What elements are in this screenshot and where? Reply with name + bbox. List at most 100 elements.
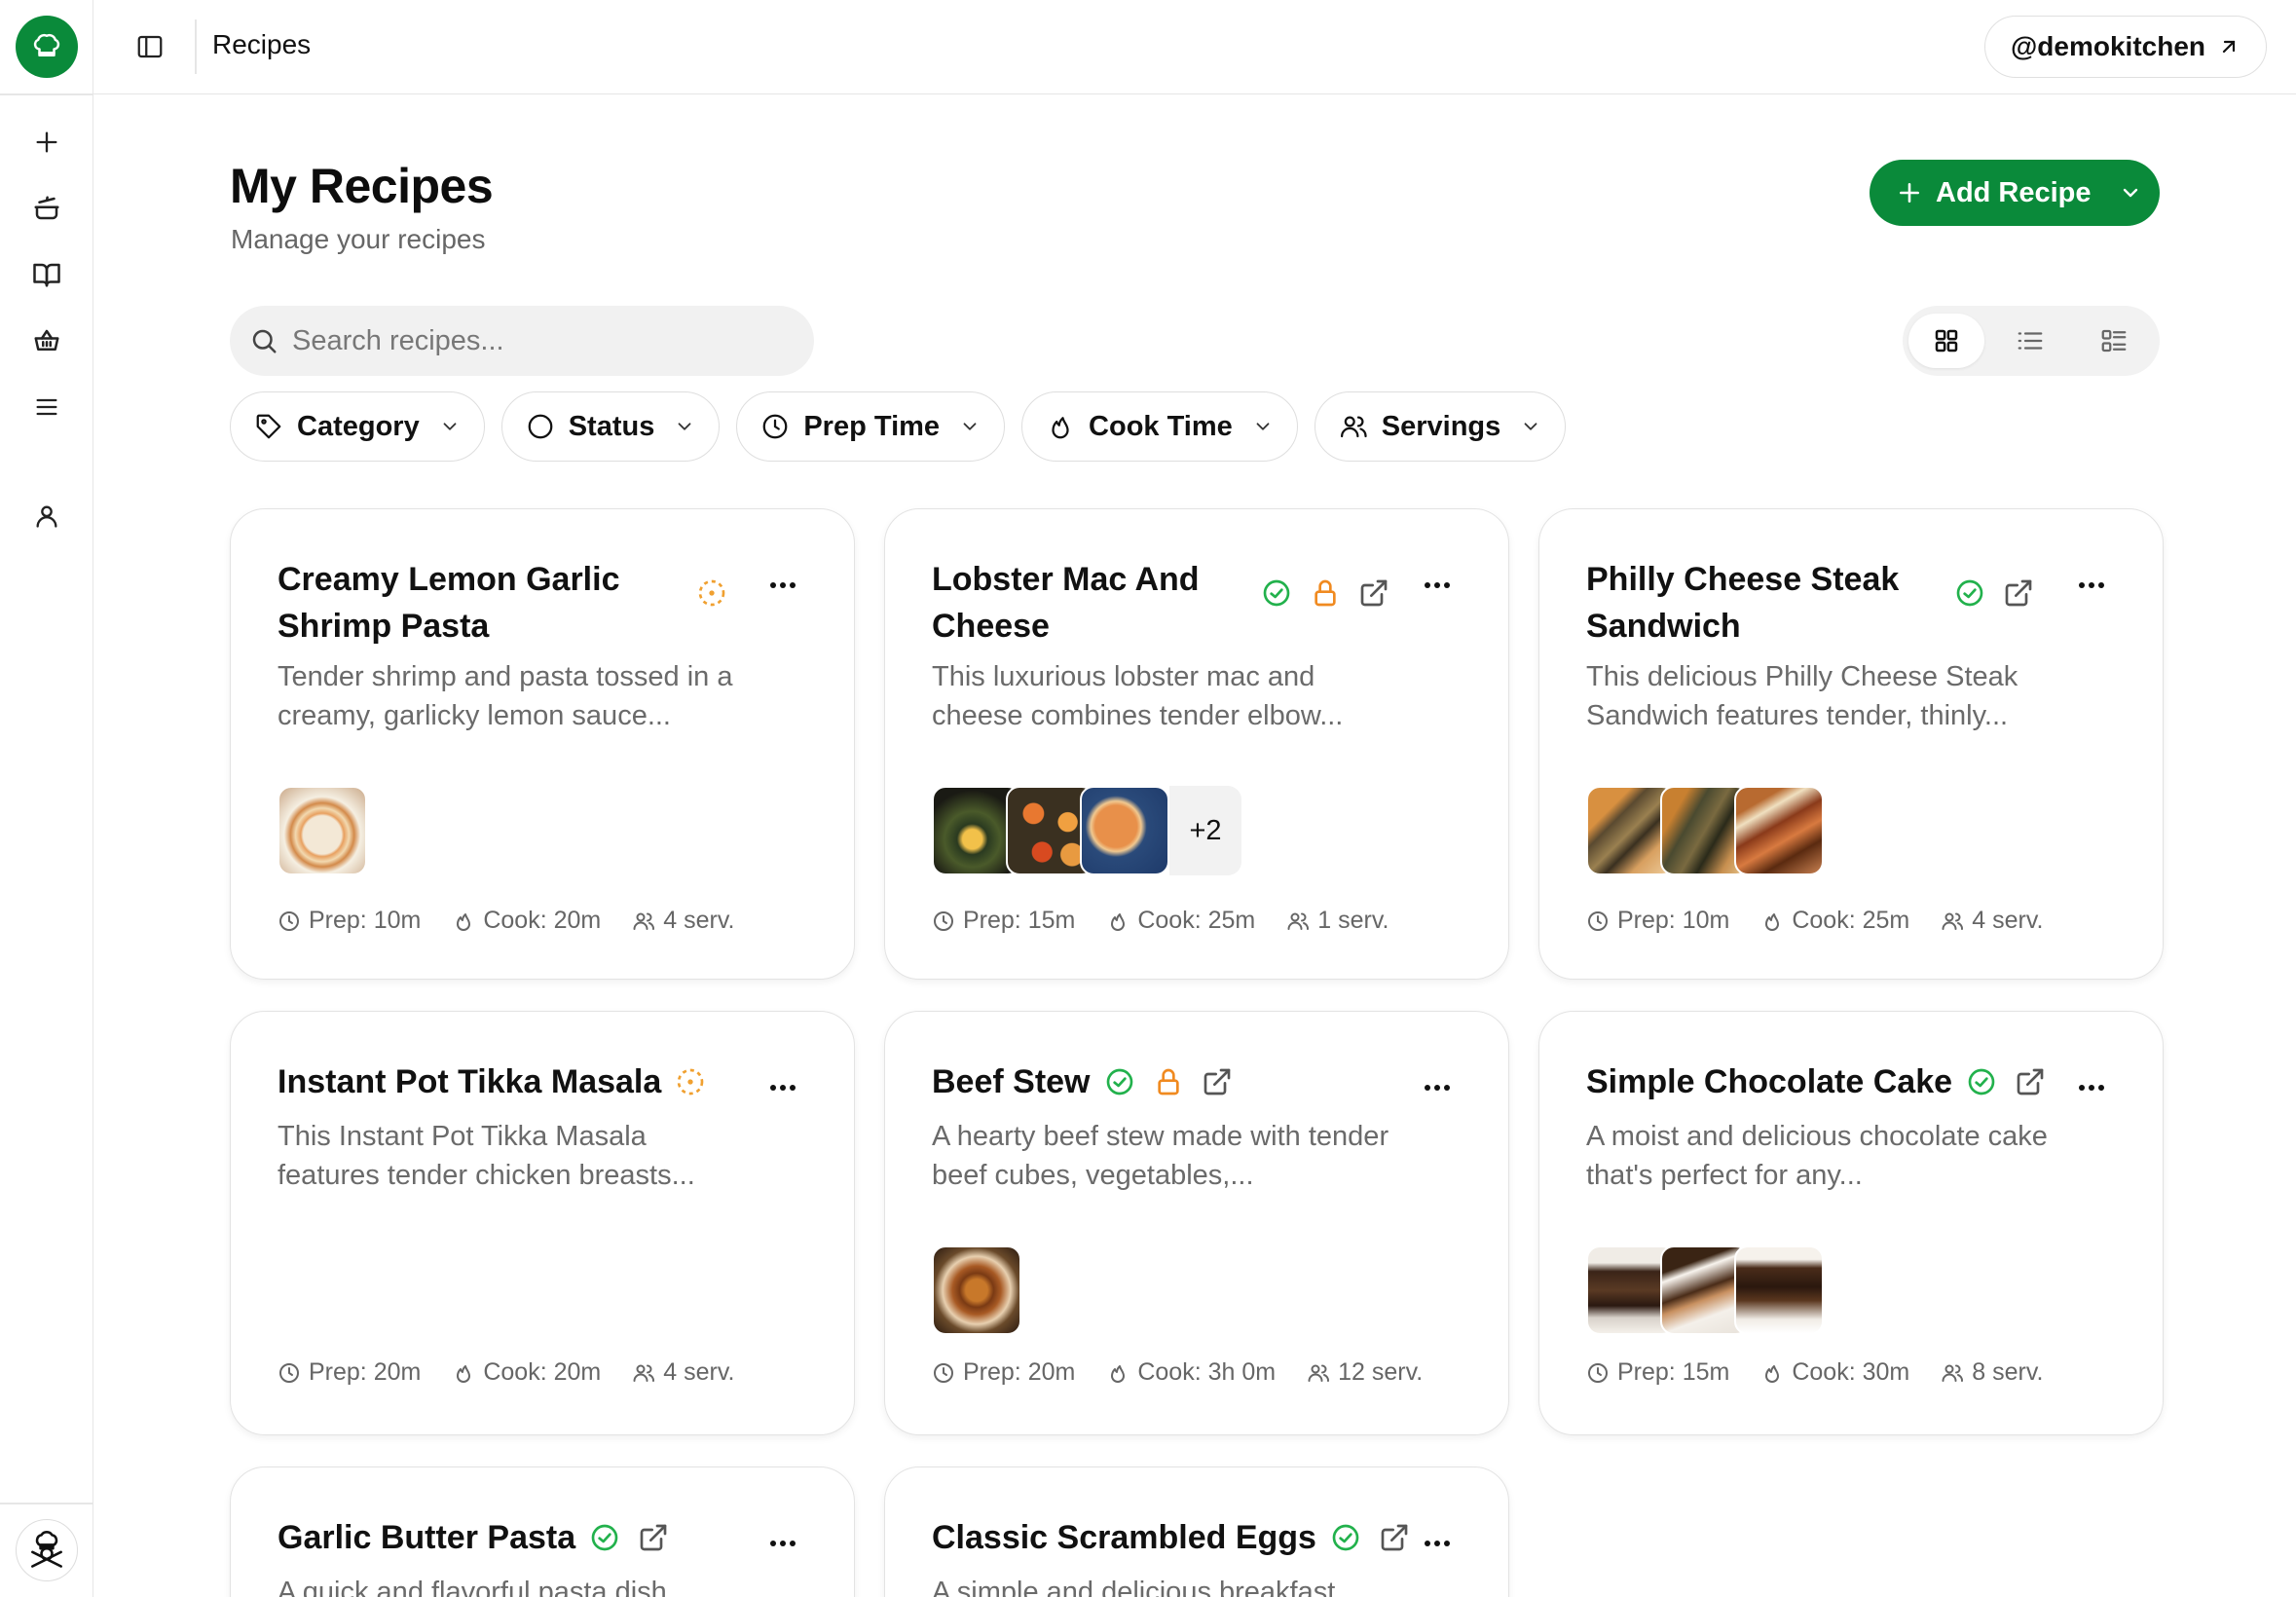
filter-label: Category [297,410,420,442]
external-link-icon[interactable] [2003,577,2034,609]
sidebar-toggle-icon[interactable] [129,25,171,68]
more-options-icon[interactable] [1423,1538,1452,1549]
add-recipe-label: Add Recipe [1936,176,2092,208]
clock-icon [934,910,953,931]
basket-icon[interactable] [23,317,70,364]
external-link-icon[interactable] [1379,1522,1410,1553]
recipe-photos [1586,1245,1824,1335]
page-subtitle: Manage your recipes [231,224,486,254]
cooking-pot-icon[interactable] [23,185,70,232]
flame-icon [457,912,471,931]
topbar-divider [195,19,197,74]
users-icon [633,912,655,930]
recipe-card[interactable]: Philly Cheese Steak Sandwich This delici… [1538,508,2164,980]
chevron-down-icon [963,423,977,430]
users-icon [1942,1364,1964,1382]
chevron-down-icon [443,423,457,430]
more-options-icon[interactable] [768,1538,797,1549]
prep-time: Prep: 20m [963,1358,1076,1386]
more-options-icon[interactable] [1423,579,1452,591]
book-icon[interactable] [23,251,70,298]
recipe-description: A simple and delicious breakfast... [932,1577,1359,1597]
chevron-down-icon [678,423,691,430]
more-options-icon[interactable] [2077,1082,2106,1094]
recipe-card[interactable]: Classic Scrambled Eggs A simple and deli… [884,1467,1509,1597]
recipe-title: Classic Scrambled Eggs [932,1519,1316,1556]
more-options-icon[interactable] [2077,579,2106,591]
category-filter[interactable]: Category [230,391,485,462]
published-check-icon [1968,1068,1995,1096]
published-check-icon [1106,1068,1132,1096]
more-options-icon[interactable] [1423,1082,1452,1094]
recipe-description: A moist and delicious chocolate cake tha… [1586,1121,2048,1191]
prep-time: Prep: 15m [963,907,1076,934]
recipe-photos [1586,786,1824,875]
external-link-icon[interactable] [638,1522,669,1553]
draft-status-icon [677,1068,704,1096]
recipe-photo [1734,786,1824,875]
lock-icon [1315,579,1336,607]
clock-icon [934,1362,953,1383]
recipe-card[interactable]: Lobster Mac And Cheese This luxurious lo… [884,508,1509,980]
recipe-meta: Prep: 15m Cook: 25m 1 serv. [932,907,1389,935]
servings: 4 serv. [663,1358,735,1386]
add-recipe-button[interactable]: Add Recipe [1870,160,2160,226]
filter-bar: Category Status Prep Time Cook Time Serv… [230,391,1567,462]
recipe-photos [278,786,367,875]
grid-view-button[interactable] [1908,314,1984,368]
more-options-icon[interactable] [768,1082,797,1094]
search-input[interactable] [292,324,779,357]
recipe-title: Garlic Butter Pasta [278,1519,576,1556]
recipe-meta: Prep: 10m Cook: 25m 4 serv. [1586,907,2043,935]
recipe-photos [932,1245,1021,1335]
users-icon [1340,416,1367,438]
clock-icon [279,1362,299,1383]
published-check-icon [1263,579,1290,607]
recipe-card[interactable]: Creamy Lemon Garlic Shrimp Pasta Tender … [230,508,855,980]
external-arrow-icon [2222,40,2236,54]
chef-avatar-icon[interactable] [16,1519,78,1581]
lock-icon [1157,1068,1179,1096]
users-icon [1308,1364,1330,1382]
recipe-photo [932,1245,1021,1335]
published-check-icon [591,1524,618,1551]
external-link-icon[interactable] [1202,1066,1233,1097]
user-handle: @demokitchen [2010,31,2205,61]
breadcrumb: Recipes [212,29,312,59]
recipe-meta: Prep: 15m Cook: 30m 8 serv. [1586,1358,2043,1387]
app-logo-icon[interactable] [16,16,78,78]
flame-icon [1765,1364,1780,1383]
menu-icon[interactable] [23,384,70,430]
servings-filter[interactable]: Servings [1314,391,1567,462]
search-bar [230,306,814,376]
recipe-description: A hearty beef stew made with tender beef… [932,1121,1389,1191]
recipe-card[interactable]: Garlic Butter Pasta A quick and flavorfu… [230,1467,855,1597]
recipe-description: This delicious Philly Cheese Steak Sandw… [1586,661,2018,731]
recipe-card[interactable]: Simple Chocolate Cake A moist and delici… [1538,1011,2164,1435]
add-icon[interactable] [23,119,70,166]
cook-time-filter[interactable]: Cook Time [1021,391,1298,462]
user-icon[interactable] [23,493,70,539]
external-link-icon[interactable] [1358,577,1389,609]
compact-view-button[interactable] [2076,314,2152,368]
more-options-icon[interactable] [768,579,797,591]
external-link-icon[interactable] [2015,1066,2046,1097]
user-profile-link[interactable]: @demokitchen [1983,16,2267,78]
users-icon [1287,912,1310,930]
list-view-button[interactable] [1992,314,2068,368]
recipe-description: This Instant Pot Tikka Masala features t… [278,1121,695,1191]
servings: 4 serv. [1972,907,2044,934]
prep-time: Prep: 15m [1617,1358,1730,1386]
status-filter[interactable]: Status [500,391,721,462]
recipe-card[interactable]: Instant Pot Tikka Masala This Instant Po… [230,1011,855,1435]
recipe-description: Tender shrimp and pasta tossed in a crea… [278,661,733,731]
prep-time-filter[interactable]: Prep Time [736,391,1006,462]
cook-time: Cook: 25m [1137,907,1256,934]
sidebar-divider [0,1503,93,1504]
view-mode-toggle [1903,306,2160,376]
recipe-card[interactable]: Beef Stew A hearty beef stew made with t… [884,1011,1509,1435]
clock-icon [762,414,788,439]
recipe-meta: Prep: 20m Cook: 3h 0m 12 serv. [932,1358,1423,1387]
more-photos-count[interactable]: +2 [1169,786,1241,875]
recipe-description: A quick and flavorful pasta dish... [278,1577,690,1597]
